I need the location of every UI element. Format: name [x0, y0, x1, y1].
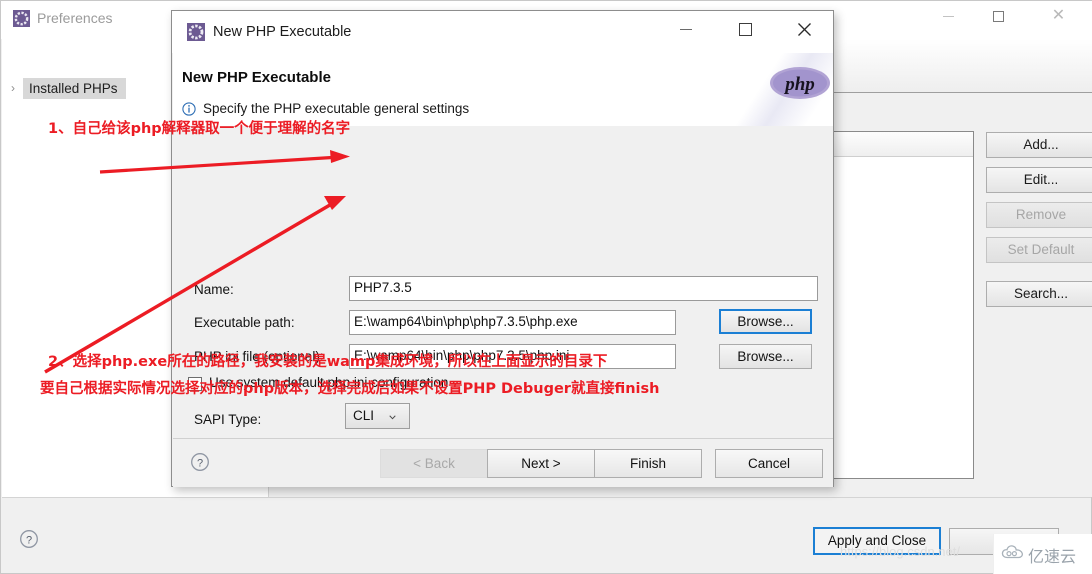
eclipse-preferences-icon	[13, 10, 30, 27]
svg-text:?: ?	[26, 534, 32, 546]
svg-text:?: ?	[197, 457, 203, 469]
new-php-executable-dialog: New PHP Executable New PHP Executable Sp…	[171, 10, 834, 487]
brand-name: 亿速云	[1028, 547, 1077, 566]
name-label: Name:	[194, 282, 234, 297]
close-icon[interactable]	[780, 11, 828, 47]
edit-button[interactable]: Edit...	[986, 167, 1092, 193]
sapi-type-label: SAPI Type:	[194, 412, 262, 427]
dialog-title: New PHP Executable	[213, 24, 352, 40]
next-button[interactable]: Next >	[487, 449, 595, 478]
chevron-right-icon[interactable]: ›	[11, 81, 15, 95]
php-ini-file-input[interactable]: E:\wamp64\bin\php\php7.3.5\php.ini	[349, 344, 676, 369]
php-logo-icon: php	[770, 67, 830, 99]
remove-button: Remove	[986, 202, 1092, 228]
dialog-heading: New PHP Executable	[182, 69, 331, 86]
svg-text:php: php	[783, 74, 815, 95]
use-system-default-label: Use system default php.ini configuration	[209, 375, 449, 390]
sapi-type-value: CLI	[353, 408, 375, 423]
use-system-default-checkbox[interactable]	[188, 377, 202, 391]
add-button[interactable]: Add...	[986, 132, 1092, 158]
chevron-down-icon	[389, 415, 396, 420]
minimize-icon[interactable]	[662, 11, 710, 47]
minimize-icon[interactable]	[926, 1, 971, 31]
close-icon[interactable]: ✕	[1036, 1, 1081, 31]
executable-path-input[interactable]: E:\wamp64\bin\php\php7.3.5\php.exe	[349, 310, 676, 335]
name-input[interactable]: PHP7.3.5	[349, 276, 818, 301]
sidebar-item-installed-phps[interactable]: Installed PHPs	[23, 78, 126, 99]
url-watermark: https://blog.csdn.net/	[840, 544, 960, 559]
cloud-icon	[1001, 545, 1023, 559]
dialog-footer: ? < Back Next > Finish Cancel	[173, 438, 833, 487]
maximize-icon[interactable]	[976, 1, 1021, 31]
search-button[interactable]: Search...	[986, 281, 1092, 307]
brand-watermark: 亿速云	[993, 534, 1092, 574]
preferences-title: Preferences	[37, 10, 113, 26]
dialog-body: Name: PHP7.3.5 Executable path: E:\wamp6…	[173, 126, 833, 464]
executable-path-label: Executable path:	[194, 315, 295, 330]
browse-php-ini-file-button[interactable]: Browse...	[719, 344, 812, 369]
help-circle-icon[interactable]: ?	[190, 452, 210, 472]
set-default-button: Set Default	[986, 237, 1092, 263]
maximize-icon[interactable]	[721, 11, 769, 47]
finish-button[interactable]: Finish	[594, 449, 702, 478]
dialog-header: New PHP Executable Specify the PHP execu…	[173, 53, 833, 127]
back-button: < Back	[380, 449, 488, 478]
php-ini-file-label: PHP ini file (optional):	[194, 349, 324, 364]
browse-executable-path-button[interactable]: Browse...	[719, 309, 812, 334]
cancel-button[interactable]: Cancel	[715, 449, 823, 478]
sapi-type-select[interactable]: CLI	[345, 403, 410, 429]
dialog-subtext: Specify the PHP executable general setti…	[203, 101, 470, 116]
info-circle-icon	[182, 102, 196, 116]
dialog-titlebar: New PHP Executable	[172, 11, 833, 53]
eclipse-gear-icon	[187, 23, 205, 41]
help-circle-icon[interactable]: ?	[19, 529, 39, 549]
